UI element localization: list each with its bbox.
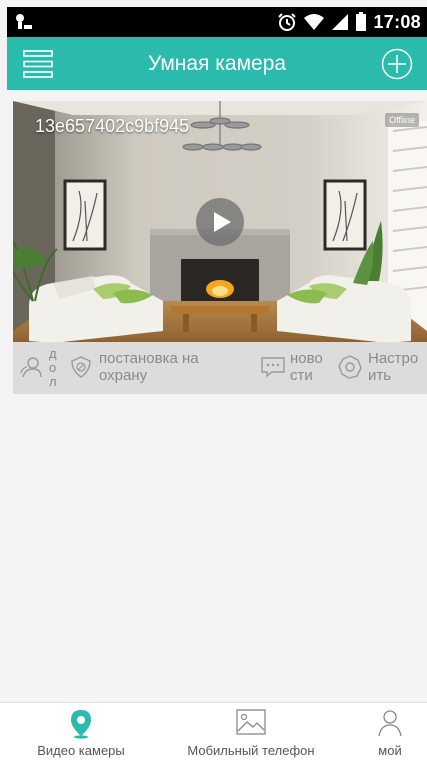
camera-id: 13e657402c9bf945 — [35, 116, 190, 136]
alarm-icon — [278, 13, 297, 31]
bottom-navigation: Видео камеры Мобильный телефон мой — [0, 702, 427, 761]
news-label-line2: сти — [290, 367, 313, 384]
nav-mobile-phone[interactable]: Мобильный телефон — [170, 703, 332, 761]
playback-label-line1: д — [49, 346, 57, 361]
wifi-icon — [304, 14, 325, 30]
nav-label-video-cameras: Видео камеры — [37, 743, 125, 758]
status-time: 17:08 — [373, 11, 421, 32]
gear-icon — [338, 355, 362, 379]
battery-icon — [356, 12, 367, 31]
shield-icon — [71, 356, 91, 378]
user-icon — [378, 710, 402, 737]
nav-label-mobile-phone: Мобильный телефон — [187, 743, 315, 758]
playback-label-line3: л — [49, 374, 57, 389]
plus-icon[interactable] — [381, 48, 413, 80]
arm-label-line2: охрану — [99, 367, 148, 384]
arm-button[interactable]: постановка на охрану — [65, 342, 245, 394]
location-pin-icon — [71, 710, 91, 739]
play-icon[interactable] — [195, 197, 245, 247]
settings-button[interactable]: Настро ить — [335, 342, 427, 394]
page-title: Умная камера — [147, 52, 287, 75]
arm-label-line1: постановка на — [99, 350, 199, 367]
signal-icon — [332, 14, 349, 30]
camera-preview[interactable]: 13e657402c9bf945 Offline — [13, 101, 427, 342]
nav-profile[interactable]: мой — [365, 703, 415, 761]
nav-video-cameras[interactable]: Видео камеры — [10, 703, 152, 761]
news-button[interactable]: ново сти — [258, 342, 334, 394]
users-icon — [20, 357, 42, 378]
status-badge: Offline — [385, 113, 419, 127]
image-icon — [236, 709, 266, 735]
notification-icon — [16, 14, 32, 29]
settings-label-line1: Настро — [368, 350, 419, 367]
app-header: Умная камера — [7, 37, 427, 90]
nav-label-profile: мой — [378, 743, 402, 758]
message-icon — [261, 357, 285, 378]
settings-label-line2: ить — [368, 367, 392, 384]
playback-button[interactable]: д о л — [13, 342, 65, 394]
camera-card: 13e657402c9bf945 Offline д о л постановк… — [13, 101, 427, 394]
playback-label-line2: о — [49, 360, 57, 375]
news-label-line1: ново — [290, 350, 323, 367]
camera-actions-bar: д о л постановка на охрану ново сти Наст… — [13, 342, 427, 394]
status-bar: 17:08 — [7, 7, 427, 37]
